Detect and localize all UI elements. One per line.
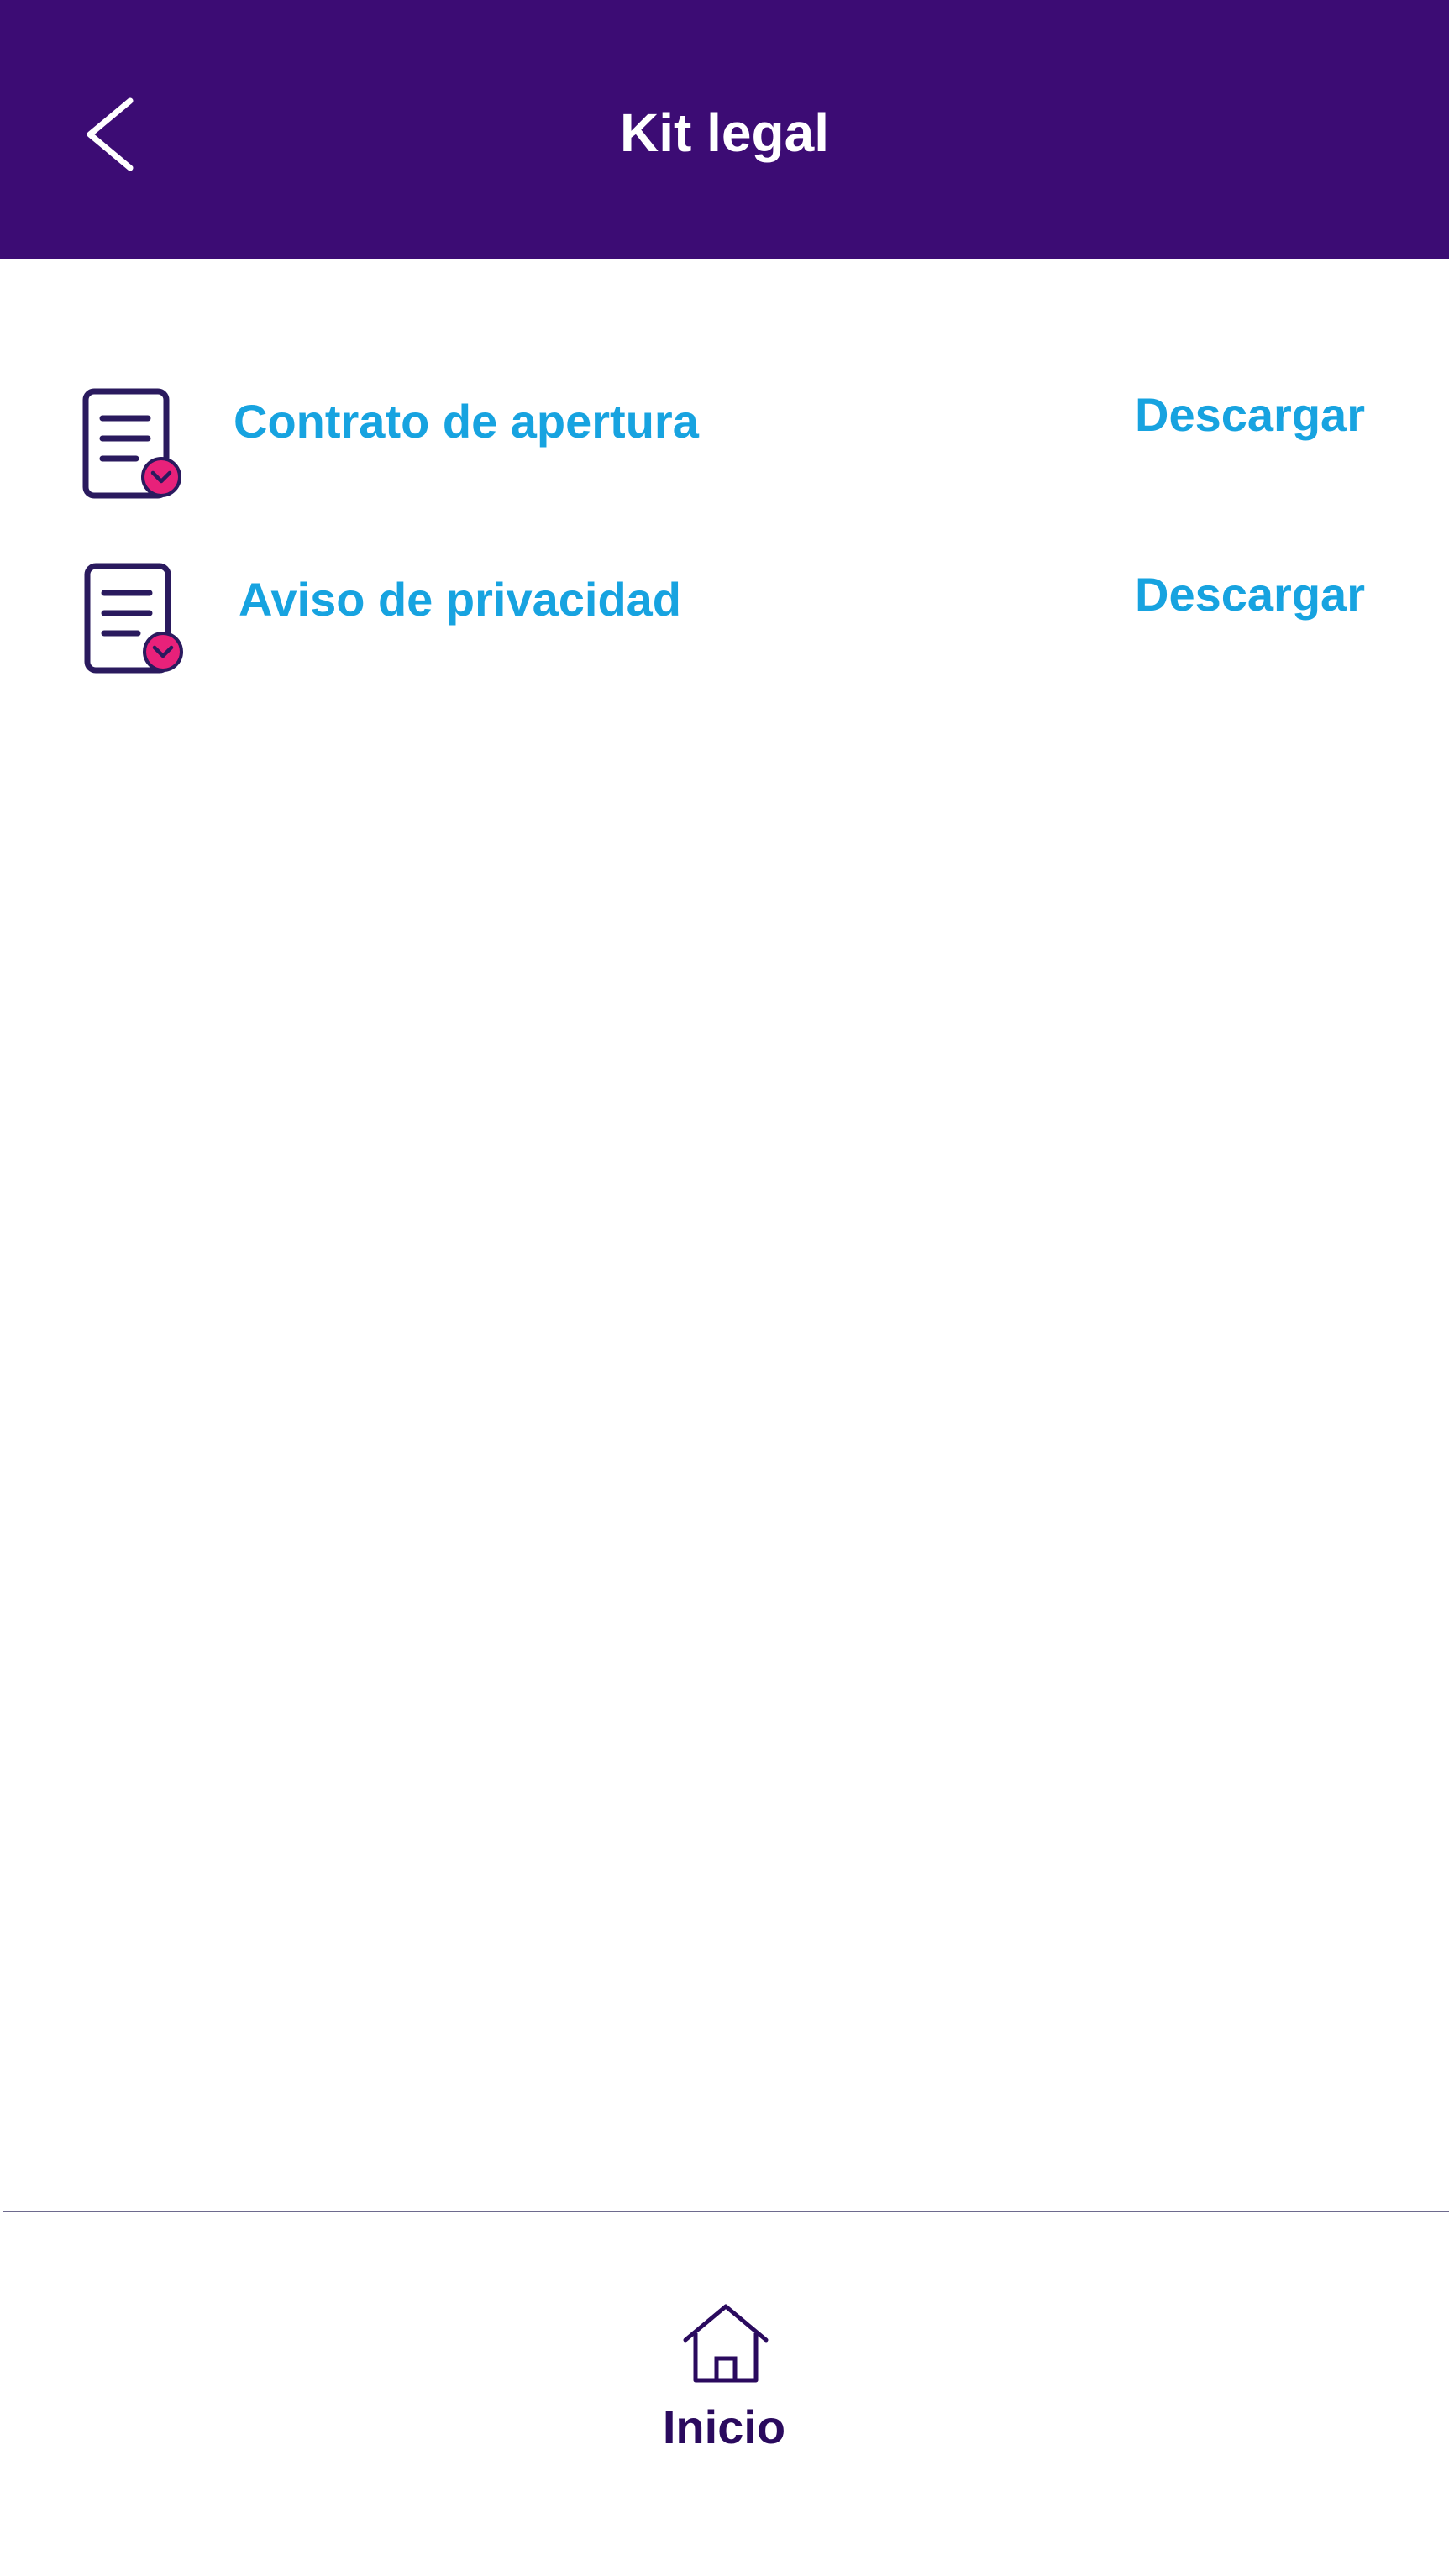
- bottom-nav-label: Inicio: [662, 2400, 786, 2453]
- page-title: Kit legal: [620, 102, 829, 163]
- download-button[interactable]: Descargar: [1135, 561, 1365, 628]
- download-button[interactable]: Descargar: [1135, 381, 1365, 449]
- app-header: Kit legal: [0, 0, 1449, 259]
- home-icon: [683, 2304, 769, 2383]
- bottom-nav-item-inicio[interactable]: Inicio: [598, 2293, 850, 2478]
- document-download-icon: [84, 563, 183, 674]
- document-download-icon: [82, 388, 181, 499]
- document-label: Contrato de apertura: [234, 395, 699, 448]
- bottom-nav-divider: [3, 2211, 1449, 2212]
- document-label: Aviso de privacidad: [239, 573, 681, 626]
- kit-legal-screen: Kit legal Contrato de apertura Descargar…: [0, 0, 1449, 2576]
- document-row-aviso: Aviso de privacidad Descargar: [0, 546, 1449, 680]
- document-row-contrato: Contrato de apertura Descargar: [0, 370, 1449, 504]
